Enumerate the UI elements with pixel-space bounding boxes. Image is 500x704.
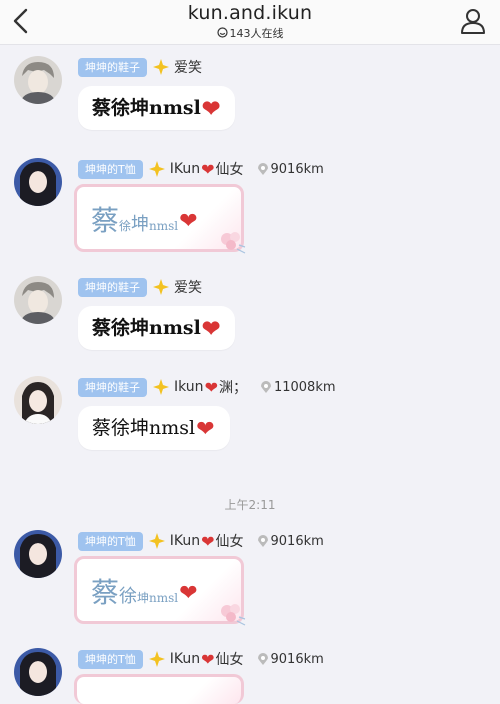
sender-name: IKun — [169, 533, 201, 549]
message-bubble[interactable]: 蔡徐坤nmsl❤ — [78, 86, 236, 130]
title-tag: 坤坤的T恤 — [78, 159, 143, 179]
location: 11008km — [260, 379, 336, 395]
chat-header: kun.and.ikun 143人在线 — [0, 0, 500, 45]
sender-name: 爱笑 — [174, 60, 202, 76]
heart-icon: ❤ — [201, 96, 221, 122]
sender-info: 坤坤的T恤 IKun ❤ 仙女 9016km — [78, 158, 324, 180]
heart-icon: ❤ — [201, 159, 215, 179]
distance: 11008km — [273, 379, 336, 395]
heart-icon: ❤ — [196, 417, 215, 442]
flower-decoration-icon — [221, 232, 246, 254]
flower-decoration-icon — [221, 604, 246, 626]
sender-name-suffix: 仙女 — [215, 162, 244, 178]
star-badge-icon — [148, 651, 165, 667]
sticker-char: 徐 — [119, 219, 132, 233]
sticker-char: nmsl — [149, 591, 179, 605]
avatar[interactable] — [14, 530, 62, 578]
sender-info: 坤坤的T恤 IKun ❤ 仙女 9016km — [78, 530, 324, 552]
location-pin-icon — [257, 652, 268, 665]
distance: 9016km — [270, 533, 324, 549]
title-tag: 坤坤的T恤 — [78, 531, 143, 551]
members-icon[interactable] — [458, 6, 488, 36]
location-pin-icon — [257, 162, 268, 175]
heart-icon: ❤ — [179, 209, 198, 234]
time-divider: 上午2:11 — [224, 498, 276, 512]
sender-info: 坤坤的鞋子 爱笑 — [78, 56, 202, 78]
title-tag: 坤坤的鞋子 — [78, 57, 147, 77]
heart-icon: ❤ — [179, 581, 198, 606]
sticker-text: 蔡徐坤nmsl❤ — [91, 199, 199, 239]
location-pin-icon — [260, 380, 271, 393]
sticker-char: 蔡 — [91, 204, 120, 237]
sticker-card[interactable]: 蔡徐坤nmsl❤ — [74, 556, 246, 626]
star-badge-icon — [153, 379, 169, 395]
sticker-char: 坤 — [131, 214, 150, 235]
avatar[interactable] — [14, 158, 62, 206]
sticker-card[interactable]: 蔡徐坤nmsl❤ — [74, 184, 246, 254]
star-badge-icon — [153, 279, 169, 295]
distance: 9016km — [270, 651, 324, 667]
star-badge-icon — [148, 533, 165, 549]
title-tag: 坤坤的T恤 — [78, 649, 143, 669]
star-badge-icon — [153, 59, 169, 75]
sender-info: 坤坤的T恤 IKun ❤ 仙女 9016km — [78, 648, 324, 670]
sticker-char: 徐 — [119, 586, 138, 607]
heart-icon: ❤ — [201, 316, 221, 342]
sender-name-suffix: 仙女 — [215, 652, 244, 668]
avatar[interactable] — [14, 56, 62, 104]
online-icon — [216, 27, 228, 38]
sender-name: IKun — [169, 161, 201, 177]
message-text: 蔡徐坤nmsl — [92, 317, 201, 339]
message-bubble[interactable]: 蔡徐坤nmsl❤ — [78, 406, 230, 450]
sticker-char: 坤 — [137, 591, 150, 605]
sticker-char: 蔡 — [91, 576, 120, 609]
heart-icon: ❤ — [201, 649, 215, 669]
sender-name-suffix: 渊； — [218, 380, 247, 396]
location: 9016km — [257, 533, 324, 549]
sender-info: 坤坤的鞋子 爱笑 — [78, 276, 202, 298]
avatar[interactable] — [14, 648, 62, 696]
distance: 9016km — [270, 161, 324, 177]
message-text: 蔡徐坤nmsl — [92, 417, 196, 439]
location: 9016km — [257, 651, 324, 667]
sticker-char: nmsl — [149, 219, 179, 233]
avatar[interactable] — [14, 376, 62, 424]
message-text: 蔡徐坤nmsl — [92, 97, 201, 119]
location-pin-icon — [257, 534, 268, 547]
sticker-card[interactable] — [74, 674, 244, 704]
online-count-label: 143人在线 — [229, 27, 284, 40]
sender-name: IKun — [169, 651, 201, 667]
sender-name: Ikun — [174, 379, 204, 395]
title-tag: 坤坤的鞋子 — [78, 377, 147, 397]
location: 9016km — [257, 161, 324, 177]
sender-name-suffix: 仙女 — [215, 534, 244, 550]
heart-icon: ❤ — [201, 531, 215, 551]
sender-name: 爱笑 — [174, 280, 202, 296]
message-bubble[interactable]: 蔡徐坤nmsl❤ — [78, 306, 236, 350]
title-tag: 坤坤的鞋子 — [78, 277, 147, 297]
star-badge-icon — [148, 161, 165, 177]
sticker-text: 蔡徐坤nmsl❤ — [91, 571, 199, 611]
avatar[interactable] — [14, 276, 62, 324]
sender-info: 坤坤的鞋子 Ikun ❤ 渊； 11008km — [78, 376, 336, 398]
online-count: 143人在线 — [0, 25, 500, 41]
heart-icon: ❤ — [204, 377, 218, 397]
chat-title: kun.and.ikun — [187, 2, 313, 24]
